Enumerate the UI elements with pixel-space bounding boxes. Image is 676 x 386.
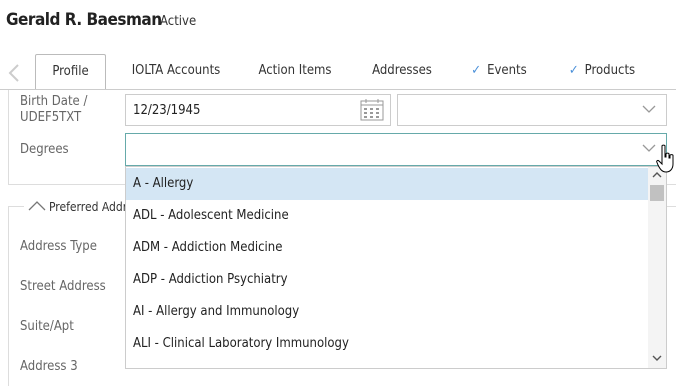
tab-action-items[interactable]: Action Items [250, 54, 340, 88]
check-icon: ✓ [471, 63, 482, 78]
degrees-select[interactable] [125, 133, 667, 166]
birth-date-label-line1: Birth Date / [20, 94, 88, 109]
tab-label: Addresses [372, 63, 432, 78]
address-type-label: Address Type [20, 239, 97, 254]
record-header: Gerald R. Baesman Active [0, 0, 676, 44]
hand-cursor-icon [656, 144, 674, 173]
scroll-down-icon[interactable] [651, 353, 663, 363]
birth-date-label-line2: UDEF5TXT [20, 110, 82, 125]
tab-label: IOLTA Accounts [131, 63, 221, 78]
dropdown-option[interactable]: ADM - Addiction Medicine [126, 232, 648, 264]
chevron-down-icon [642, 144, 656, 152]
tab-iolta-accounts[interactable]: IOLTA Accounts [126, 54, 226, 88]
dropdown-option[interactable]: AI - Allergy and Immunology [126, 296, 648, 328]
chevron-down-icon [642, 105, 656, 113]
tab-label: Profile [52, 64, 89, 79]
record-status: Active [160, 14, 197, 29]
birth-date-secondary-select[interactable] [397, 94, 667, 126]
tab-bar: Profile IOLTA Accounts Action Items Addr… [0, 54, 676, 90]
birth-date-label: Birth Date / UDEF5TXT [20, 94, 87, 126]
dropdown-option[interactable]: ALI - Clinical Laboratory Immunology [126, 328, 648, 360]
chevron-up-icon [28, 201, 46, 211]
chevron-left-icon[interactable] [4, 62, 26, 84]
record-name: Gerald R. Baesman [6, 10, 162, 30]
dropdown-scrollbar[interactable] [648, 167, 666, 368]
check-icon: ✓ [568, 63, 579, 78]
tab-profile[interactable]: Profile [35, 54, 106, 90]
dropdown-option[interactable]: ADP - Addiction Psychiatry [126, 264, 648, 296]
tab-addresses[interactable]: Addresses [364, 54, 440, 88]
dropdown-option[interactable]: A - Allergy [126, 168, 648, 200]
tab-events[interactable]: ✓ Events [466, 54, 532, 88]
tab-products[interactable]: ✓ Products [564, 54, 640, 88]
tab-label: Action Items [258, 63, 332, 78]
scrollbar-thumb[interactable] [650, 185, 664, 201]
tab-label: Products [584, 63, 636, 78]
birth-date-input[interactable]: 12/23/1945 [125, 94, 391, 126]
birth-date-value: 12/23/1945 [133, 103, 201, 118]
address-3-label: Address 3 [20, 359, 78, 374]
degrees-dropdown-list[interactable]: A - Allergy ADL - Adolescent Medicine AD… [125, 166, 667, 369]
street-address-label: Street Address [20, 279, 106, 294]
tab-label: Events [487, 63, 527, 78]
calendar-icon[interactable] [360, 99, 384, 121]
degrees-label: Degrees [20, 142, 69, 157]
dropdown-option[interactable]: ADL - Adolescent Medicine [126, 200, 648, 232]
suite-apt-label: Suite/Apt [20, 319, 74, 334]
